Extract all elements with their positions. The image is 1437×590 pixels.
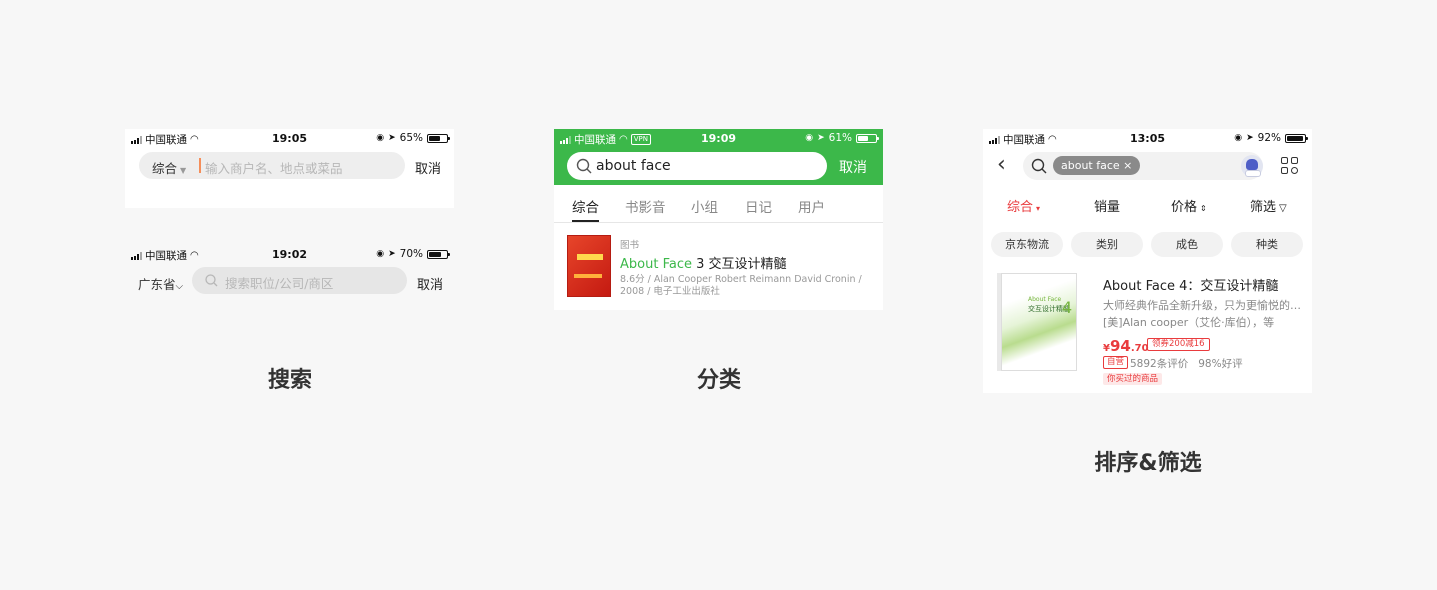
chip-category[interactable]: 类别 — [1071, 232, 1143, 257]
book-cover-image[interactable] — [567, 235, 611, 297]
cancel-button[interactable]: 取消 — [415, 158, 441, 177]
search-input[interactable]: 搜索职位/公司/商区 — [225, 273, 333, 292]
caret-down-icon: ▼ — [180, 166, 187, 175]
battery-icon — [1285, 133, 1308, 143]
search-icon — [576, 158, 592, 174]
chevron-down-icon: ⌵ — [175, 281, 184, 292]
result-title[interactable]: About Face 3 交互设计精髓 — [620, 253, 787, 272]
close-icon[interactable]: × — [1123, 159, 1132, 172]
search-screen-1: 中国联通 ◠ 19:05 ◉ ➤ 65% 综合 ▼ 输入商户名、地点或菜品 取消 — [125, 129, 454, 208]
search-bar[interactable]: 综合 ▼ 输入商户名、地点或菜品 — [139, 152, 405, 179]
search-bar[interactable]: 搜索职位/公司/商区 — [192, 267, 407, 294]
result-type: 图书 — [620, 240, 640, 251]
coupon-badge[interactable]: 领券200减16 — [1147, 338, 1210, 351]
battery-percent: 61% — [828, 132, 852, 144]
cancel-button[interactable]: 取消 — [417, 274, 443, 293]
battery-percent: 92% — [1257, 132, 1281, 144]
section-title-sort-filter: 排序&筛选 — [1094, 451, 1202, 476]
orientation-lock-icon: ◉ — [805, 133, 814, 143]
search-input[interactable]: about face — [596, 158, 671, 174]
status-bar: 中国联通 ◠ VPN 19:09 ◉ ➤ 61% — [554, 129, 883, 147]
back-chevron-icon[interactable]: ‹ — [997, 153, 1006, 177]
tab-users[interactable]: 用户 — [798, 196, 825, 216]
product-price: ¥94.70 — [1103, 337, 1149, 355]
tab-media[interactable]: 书影音 — [625, 196, 666, 216]
search-screen-2: 中国联通 ◠ 19:02 ◉ ➤ 70% 广东省⌵ 搜索职位/公司/商区 取消 — [125, 245, 454, 308]
sort-default[interactable]: 综合 ▾ — [1007, 196, 1040, 215]
status-bar: 中国联通 ◠ 13:05 ◉ ➤ 92% — [983, 129, 1312, 147]
sort-filter-screen: 中国联通 ◠ 13:05 ◉ ➤ 92% ‹ about face × 综合 ▾ … — [983, 129, 1312, 393]
filter-button[interactable]: 筛选 ▽ — [1250, 196, 1287, 215]
product-image[interactable]: About Face 交互设计精髓 4 — [997, 269, 1077, 373]
battery-percent: 70% — [399, 248, 423, 260]
search-bar[interactable]: about face — [567, 152, 827, 180]
status-bar: 中国联通 ◠ 19:05 ◉ ➤ 65% — [125, 129, 454, 147]
grid-view-icon[interactable] — [1281, 157, 1299, 175]
review-stats: 5892条评价 98%好评 — [1130, 358, 1243, 370]
cancel-button[interactable]: 取消 — [839, 157, 867, 177]
battery-icon — [427, 249, 450, 259]
green-header: 中国联通 ◠ VPN 19:09 ◉ ➤ 61% about face 取消 — [554, 129, 883, 185]
battery-icon — [427, 133, 450, 143]
location-icon: ➤ — [1246, 133, 1254, 143]
orientation-lock-icon: ◉ — [1234, 133, 1243, 143]
category-dropdown[interactable]: 综合 ▼ — [152, 158, 186, 177]
purchased-badge: 你买过的商品 — [1103, 373, 1163, 385]
cover-subtitle: About Face — [1028, 296, 1062, 303]
chip-jd-logistics[interactable]: 京东物流 — [991, 232, 1063, 257]
search-input[interactable]: 输入商户名、地点或菜品 — [205, 158, 343, 177]
product-author: [美]Alan cooper（艾伦·库伯），等 — [1103, 316, 1275, 329]
location-icon: ➤ — [817, 133, 825, 143]
chip-type[interactable]: 种类 — [1231, 232, 1303, 257]
section-title-category: 分类 — [696, 368, 741, 393]
text-cursor — [199, 158, 201, 173]
result-meta: 8.6分 / Alan Cooper Robert Reimann David … — [620, 274, 862, 297]
self-operated-badge: 自营 — [1103, 356, 1129, 369]
category-screen: 中国联通 ◠ VPN 19:09 ◉ ➤ 61% about face 取消 综… — [554, 129, 883, 310]
section-title-search: 搜索 — [267, 368, 312, 393]
tab-diary[interactable]: 日记 — [745, 196, 772, 216]
active-tab-indicator — [572, 220, 599, 222]
filter-chips: 京东物流 类别 成色 种类 — [983, 232, 1312, 258]
product-desc: 大师经典作品全新升级，只为更愉悦的… — [1103, 299, 1301, 312]
orientation-lock-icon: ◉ — [376, 133, 385, 143]
filter-funnel-icon: ▽ — [1279, 203, 1287, 214]
category-tabs: 综合 书影音 小组 日记 用户 — [554, 185, 883, 223]
location-icon: ➤ — [388, 133, 396, 143]
assistant-robot-icon[interactable] — [1241, 155, 1263, 177]
search-icon — [205, 274, 218, 287]
tab-groups[interactable]: 小组 — [691, 196, 718, 216]
sort-bar: 综合 ▾ 销量 价格 ⇕ 筛选 ▽ — [983, 191, 1312, 219]
sort-arrows-icon: ⇕ — [1200, 204, 1207, 213]
battery-percent: 65% — [399, 132, 423, 144]
chip-condition[interactable]: 成色 — [1151, 232, 1223, 257]
orientation-lock-icon: ◉ — [376, 249, 385, 259]
status-bar: 中国联通 ◠ 19:02 ◉ ➤ 70% — [125, 245, 454, 263]
query-tag[interactable]: about face × — [1053, 156, 1141, 175]
sort-price[interactable]: 价格 ⇕ — [1171, 196, 1207, 215]
search-icon — [1031, 158, 1047, 174]
product-title[interactable]: About Face 4：交互设计精髓 — [1103, 275, 1278, 294]
sort-sales[interactable]: 销量 — [1094, 196, 1120, 215]
battery-icon — [856, 133, 879, 143]
caret-down-icon: ▾ — [1036, 204, 1041, 213]
location-icon: ➤ — [388, 249, 396, 259]
province-selector[interactable]: 广东省⌵ — [138, 274, 183, 293]
tab-all[interactable]: 综合 — [572, 196, 599, 216]
cover-number: 4 — [1062, 298, 1073, 317]
